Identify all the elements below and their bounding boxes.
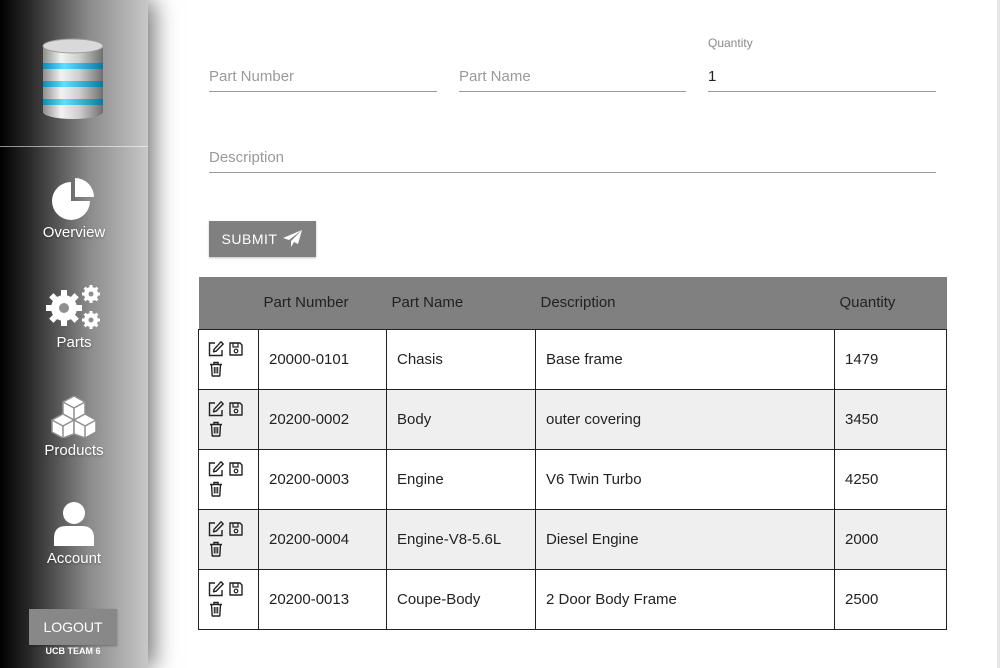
trash-icon[interactable] bbox=[207, 480, 225, 498]
sidebar-item-label: Parts bbox=[56, 334, 92, 351]
cubes-icon bbox=[51, 395, 97, 438]
save-icon[interactable] bbox=[227, 400, 245, 418]
main-content: Quantity SUBMIT Part Number Part Name De… bbox=[148, 0, 1000, 668]
sidebar-divider bbox=[0, 146, 148, 147]
cell-quantity: 3450 bbox=[834, 388, 947, 450]
table-row: 20200-0013 Coupe-Body 2 Door Body Frame … bbox=[198, 568, 947, 630]
cell-description: Diesel Engine bbox=[535, 508, 835, 570]
part-number-field[interactable] bbox=[209, 52, 437, 92]
row-actions bbox=[198, 328, 259, 390]
sidebar: Overview Parts Products Account LOGOUT U… bbox=[0, 0, 148, 668]
trash-icon[interactable] bbox=[207, 600, 225, 618]
cell-part-number: 20200-0013 bbox=[258, 568, 387, 630]
save-icon[interactable] bbox=[227, 520, 245, 538]
quantity-label: Quantity bbox=[708, 36, 753, 50]
cell-quantity: 4250 bbox=[834, 448, 947, 510]
cell-quantity: 2000 bbox=[834, 508, 947, 570]
edit-icon[interactable] bbox=[207, 520, 225, 538]
cell-quantity: 1479 bbox=[834, 328, 947, 390]
row-actions bbox=[198, 568, 259, 630]
cell-part-number: 20200-0004 bbox=[258, 508, 387, 570]
team-label: UCB TEAM 6 bbox=[45, 646, 101, 656]
quantity-field[interactable]: Quantity bbox=[708, 36, 936, 92]
submit-button[interactable]: SUBMIT bbox=[209, 221, 316, 257]
cell-part-name: Engine bbox=[386, 448, 536, 510]
user-icon bbox=[54, 502, 94, 546]
row-actions bbox=[198, 388, 259, 450]
save-icon[interactable] bbox=[227, 460, 245, 478]
table-row: 20200-0003 Engine V6 Twin Turbo 4250 bbox=[198, 448, 947, 510]
header-actions bbox=[198, 277, 259, 329]
description-field[interactable] bbox=[209, 133, 936, 173]
trash-icon[interactable] bbox=[207, 540, 225, 558]
table-row: 20000-0101 Chasis Base frame 1479 bbox=[198, 328, 947, 390]
pie-chart-icon bbox=[52, 178, 94, 220]
table-row: 20200-0002 Body outer covering 3450 bbox=[198, 388, 947, 450]
row-actions bbox=[198, 448, 259, 510]
cell-part-number: 20200-0003 bbox=[258, 448, 387, 510]
sidebar-item-products[interactable]: Products bbox=[0, 394, 148, 459]
sidebar-item-account[interactable]: Account bbox=[0, 500, 148, 567]
cell-part-name: Chasis bbox=[386, 328, 536, 390]
table-row: 20200-0004 Engine-V8-5.6L Diesel Engine … bbox=[198, 508, 947, 570]
trash-icon[interactable] bbox=[207, 420, 225, 438]
header-part-number: Part Number bbox=[258, 277, 387, 329]
part-name-input[interactable] bbox=[459, 68, 686, 85]
parts-table: Part Number Part Name Description Quanti… bbox=[198, 277, 947, 630]
cell-part-name: Engine-V8-5.6L bbox=[386, 508, 536, 570]
quantity-input[interactable] bbox=[708, 68, 936, 85]
save-icon[interactable] bbox=[227, 580, 245, 598]
cell-description: Base frame bbox=[535, 328, 835, 390]
cell-part-name: Coupe-Body bbox=[386, 568, 536, 630]
paper-plane-icon bbox=[283, 230, 303, 247]
description-input[interactable] bbox=[209, 149, 936, 166]
sidebar-item-label: Products bbox=[44, 442, 104, 459]
cell-description: outer covering bbox=[535, 388, 835, 450]
save-icon[interactable] bbox=[227, 340, 245, 358]
cell-part-name: Body bbox=[386, 388, 536, 450]
edit-icon[interactable] bbox=[207, 340, 225, 358]
cell-quantity: 2500 bbox=[834, 568, 947, 630]
edit-icon[interactable] bbox=[207, 580, 225, 598]
cell-part-number: 20200-0002 bbox=[258, 388, 387, 450]
cell-description: 2 Door Body Frame bbox=[535, 568, 835, 630]
sidebar-item-label: Overview bbox=[42, 224, 106, 241]
trash-icon[interactable] bbox=[207, 360, 225, 378]
database-icon bbox=[42, 38, 104, 119]
header-description: Description bbox=[535, 277, 835, 329]
sidebar-item-label: Account bbox=[46, 550, 102, 567]
edit-icon[interactable] bbox=[207, 400, 225, 418]
header-part-name: Part Name bbox=[386, 277, 536, 329]
sidebar-item-parts[interactable]: Parts bbox=[0, 284, 148, 351]
cell-description: V6 Twin Turbo bbox=[535, 448, 835, 510]
table-body: 20000-0101 Chasis Base frame 1479 20200-… bbox=[198, 328, 947, 630]
table-header-row: Part Number Part Name Description Quanti… bbox=[198, 277, 947, 329]
edit-icon[interactable] bbox=[207, 460, 225, 478]
cell-part-number: 20000-0101 bbox=[258, 328, 387, 390]
row-actions bbox=[198, 508, 259, 570]
logout-button[interactable]: LOGOUT bbox=[29, 609, 117, 645]
part-number-input[interactable] bbox=[209, 68, 437, 85]
sidebar-item-overview[interactable]: Overview bbox=[0, 176, 148, 241]
gears-icon bbox=[46, 285, 100, 329]
part-name-field[interactable] bbox=[459, 52, 686, 92]
submit-label: SUBMIT bbox=[221, 231, 278, 247]
header-quantity: Quantity bbox=[834, 277, 947, 329]
